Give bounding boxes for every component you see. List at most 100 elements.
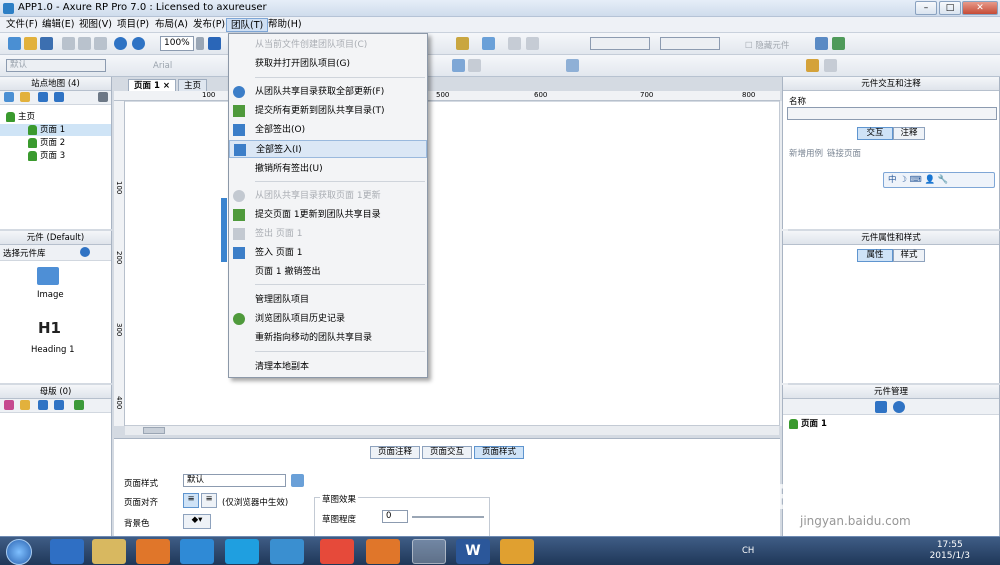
- move-down-icon[interactable]: [54, 400, 64, 410]
- align-center-button[interactable]: ≡: [201, 493, 217, 508]
- scrollbar-thumb[interactable]: [143, 427, 165, 434]
- move-up-icon[interactable]: [38, 92, 48, 102]
- menu-item-get-open-team-project[interactable]: 获取并打开团队项目(G): [229, 55, 427, 73]
- search-icon[interactable]: [80, 247, 90, 257]
- save-icon[interactable]: [40, 37, 53, 50]
- maximize-button[interactable]: □: [939, 1, 961, 15]
- line-width-icon[interactable]: [526, 37, 539, 50]
- menu-help[interactable]: 帮助(H): [264, 18, 306, 32]
- menu-item-browse-history[interactable]: 浏览团队项目历史记录: [229, 310, 427, 328]
- menu-item-commit-all-updates[interactable]: 提交所有更新到团队共享目录(T): [229, 102, 427, 120]
- bird-app-icon[interactable]: [270, 539, 304, 564]
- copy-icon[interactable]: [78, 37, 91, 50]
- menu-file[interactable]: 文件(F): [2, 18, 42, 32]
- tab-style[interactable]: 样式: [893, 249, 925, 262]
- tab-properties[interactable]: 属性: [857, 249, 893, 262]
- search-icon[interactable]: [98, 92, 108, 102]
- widget-name-input[interactable]: [787, 107, 997, 120]
- library-select[interactable]: 选择元件库: [3, 247, 46, 259]
- menu-view[interactable]: 视图(V): [75, 18, 116, 32]
- tab-interaction[interactable]: 交互: [857, 127, 893, 140]
- align-left-button[interactable]: ≡: [183, 493, 199, 508]
- link-page-link[interactable]: 链接页面: [827, 147, 861, 159]
- open-folder-icon[interactable]: [24, 37, 37, 50]
- menu-item-get-page-updates[interactable]: 从团队共享目录获取页面 1更新: [229, 187, 427, 205]
- menu-item-check-in-page[interactable]: 签入 页面 1: [229, 244, 427, 262]
- sketch-slider[interactable]: [412, 516, 484, 518]
- menu-item-get-all-updates[interactable]: 从团队共享目录获取全部更新(F): [229, 83, 427, 101]
- menu-item-check-out-all[interactable]: 全部签出(O): [229, 121, 427, 139]
- axure-icon[interactable]: [412, 539, 446, 564]
- filter-icon[interactable]: [875, 401, 887, 413]
- start-button[interactable]: [6, 539, 32, 565]
- align-left-icon[interactable]: [452, 59, 465, 72]
- publish-icon[interactable]: [832, 37, 845, 50]
- ie-icon[interactable]: [50, 539, 84, 564]
- hide-widget-checkbox[interactable]: ☐ 隐藏元件: [745, 39, 789, 51]
- sitemap-item-page-1[interactable]: 页面 1: [0, 124, 111, 136]
- new-file-icon[interactable]: [8, 37, 21, 50]
- search-icon[interactable]: [893, 401, 905, 413]
- cut-icon[interactable]: [62, 37, 75, 50]
- background-color-picker[interactable]: ◆▾: [183, 514, 211, 529]
- clock[interactable]: 17:55 2015/1/3: [930, 540, 970, 562]
- media-player-icon[interactable]: [136, 539, 170, 564]
- add-folder-icon[interactable]: [20, 92, 30, 102]
- x-position-input[interactable]: [590, 37, 650, 50]
- close-button[interactable]: ✕: [962, 1, 998, 15]
- add-page-icon[interactable]: [4, 92, 14, 102]
- sketch-degree-input[interactable]: 0: [382, 510, 408, 523]
- app-icon[interactable]: [366, 539, 400, 564]
- page-style-select[interactable]: 默认: [183, 474, 286, 487]
- manager-page-item[interactable]: 页面 1: [789, 418, 827, 430]
- menu-item-create-team-project[interactable]: 从当前文件创建团队项目(C): [229, 36, 427, 54]
- horizontal-scrollbar[interactable]: [125, 425, 779, 435]
- chrome-icon[interactable]: [320, 539, 354, 564]
- add-master-icon[interactable]: [4, 400, 14, 410]
- heading-widget-icon[interactable]: H1: [38, 319, 61, 337]
- menu-edit[interactable]: 编辑(E): [38, 18, 78, 32]
- redo-icon[interactable]: [132, 37, 145, 50]
- menu-item-undo-all-checkouts[interactable]: 撤销所有签出(U): [229, 160, 427, 178]
- design-canvas[interactable]: [125, 102, 779, 425]
- menu-item-check-out-page[interactable]: 签出 页面 1: [229, 225, 427, 243]
- menu-publish[interactable]: 发布(P): [189, 18, 229, 32]
- line-style-icon[interactable]: [508, 37, 521, 50]
- explorer-icon[interactable]: [92, 539, 126, 564]
- menu-item-undo-page-checkout[interactable]: 页面 1 撤销签出: [229, 263, 427, 281]
- sitemap-item-page-2[interactable]: 页面 2: [28, 137, 65, 149]
- tab-page-style[interactable]: 页面样式: [474, 446, 524, 459]
- zoom-select[interactable]: 100%: [160, 36, 194, 51]
- width-input[interactable]: [660, 37, 720, 50]
- unlock-icon[interactable]: [824, 59, 837, 72]
- distribute-icon[interactable]: [566, 59, 579, 72]
- image-widget-icon[interactable]: [37, 267, 59, 285]
- tab-page-interaction[interactable]: 页面交互: [422, 446, 472, 459]
- menu-layout[interactable]: 布局(A): [151, 18, 192, 32]
- paste-icon[interactable]: [94, 37, 107, 50]
- ime-toolbar[interactable]: 中 ☽ ⌨ 👤 🔧: [883, 172, 995, 188]
- tab-notes[interactable]: 注释: [893, 127, 925, 140]
- undo-icon[interactable]: [114, 37, 127, 50]
- chevron-down-icon[interactable]: [196, 37, 204, 50]
- menu-item-check-in-all[interactable]: 全部签入(I): [229, 140, 427, 158]
- select-pointer-icon[interactable]: [208, 37, 221, 50]
- menu-item-repoint-directory[interactable]: 重新指向移动的团队共享目录: [229, 329, 427, 347]
- move-down-icon[interactable]: [54, 92, 64, 102]
- baidu-app-icon[interactable]: [180, 539, 214, 564]
- menu-project[interactable]: 项目(P): [113, 18, 153, 32]
- move-up-icon[interactable]: [38, 400, 48, 410]
- font-select[interactable]: Arial: [153, 61, 172, 71]
- menu-item-manage-team-project[interactable]: 管理团队项目: [229, 291, 427, 309]
- edit-style-icon[interactable]: [291, 474, 304, 487]
- word-icon[interactable]: W: [456, 539, 490, 564]
- sitemap-item-page-3[interactable]: 页面 3: [28, 150, 65, 162]
- align-center-icon[interactable]: [468, 59, 481, 72]
- style-select[interactable]: 默认: [6, 59, 106, 72]
- menu-team[interactable]: 团队(T): [226, 18, 269, 32]
- language-indicator[interactable]: CH: [742, 546, 754, 556]
- canvas-widget[interactable]: [221, 198, 227, 262]
- heart-app-icon[interactable]: [500, 539, 534, 564]
- lock-icon[interactable]: [806, 59, 819, 72]
- new-case-link[interactable]: 新增用例: [789, 147, 823, 159]
